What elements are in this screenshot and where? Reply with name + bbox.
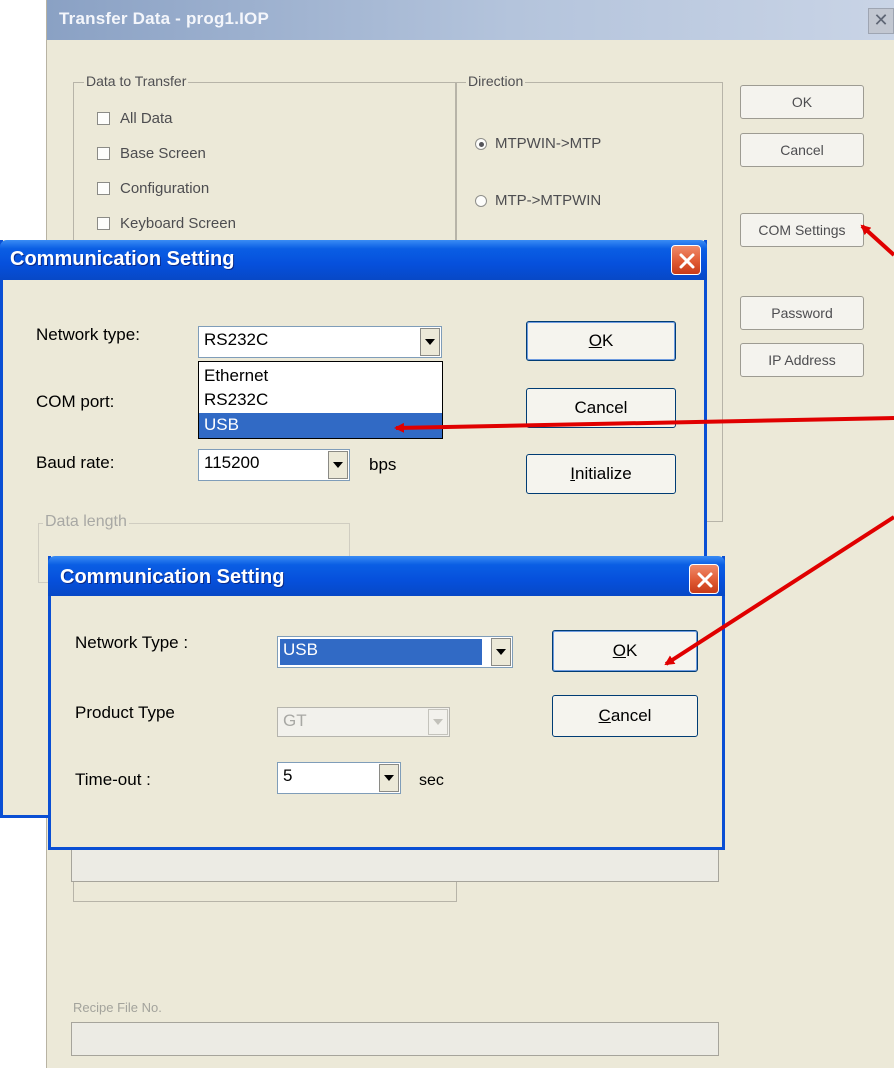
radio[interactable] [475, 194, 487, 207]
group-label-direction: Direction [466, 73, 526, 89]
chevron-down-icon[interactable] [379, 764, 399, 792]
checkbox[interactable] [97, 147, 110, 160]
radio[interactable] [475, 137, 487, 150]
network-type-value: RS232C [204, 330, 269, 349]
dialog-1-titlebar: Communication Setting [0, 240, 707, 280]
cancel-button[interactable]: Cancel [740, 133, 864, 167]
timeout-select[interactable]: 5 [277, 762, 401, 794]
baud-rate-select[interactable]: 115200 [198, 449, 350, 481]
timeout-label: Time-out : [75, 770, 151, 789]
close-icon[interactable]: ✕ [868, 8, 894, 34]
network-type-value: USB [283, 640, 318, 659]
network-type-dropdown-list[interactable]: Ethernet RS232C USB [198, 361, 443, 439]
checkbox-configuration[interactable]: Configuration [97, 180, 209, 197]
dropdown-option-ethernet[interactable]: Ethernet [199, 364, 442, 389]
initialize-button[interactable]: Initialize [526, 454, 676, 494]
close-icon[interactable] [671, 245, 701, 275]
cancel-button[interactable]: Cancel [552, 695, 698, 737]
chevron-down-icon[interactable] [428, 709, 448, 735]
ok-button[interactable]: OK [740, 85, 864, 119]
group-label-data-to-transfer: Data to Transfer [84, 73, 189, 89]
ok-label: K [625, 641, 638, 660]
checkbox-all-data[interactable]: All Data [97, 110, 173, 127]
recipe-file-label: Recipe File No. [73, 1000, 162, 1015]
dialog-1-title: Communication Setting [10, 248, 235, 270]
ok-mnemonic: O [612, 641, 626, 660]
radio-mtpwin-to-mtp[interactable]: MTPWIN->MTP [475, 135, 601, 152]
radio-label: MTP->MTPWIN [495, 192, 602, 209]
network-type-select[interactable]: USB [277, 636, 513, 668]
checkbox[interactable] [97, 182, 110, 195]
dialog-2-title: Communication Setting [60, 566, 285, 588]
baud-unit: bps [369, 455, 397, 474]
product-type-select[interactable]: GT [277, 707, 450, 737]
checkbox-label: Keyboard Screen [120, 215, 236, 232]
network-type-label: Network type: [36, 325, 140, 344]
ip-address-button[interactable]: IP Address [740, 343, 864, 377]
timeout-value: 5 [283, 766, 293, 785]
checkbox[interactable] [97, 112, 110, 125]
cancel-button[interactable]: Cancel [526, 388, 676, 428]
dialog-2-titlebar: Communication Setting [48, 556, 725, 596]
communication-setting-dialog-2: Communication Setting Network Type : USB… [48, 556, 725, 850]
chevron-down-icon[interactable] [328, 451, 348, 479]
network-type-label: Network Type : [75, 633, 189, 652]
checkbox-label: All Data [120, 110, 173, 127]
window-title: Transfer Data - prog1.IOP [59, 9, 269, 28]
checkbox-base-screen[interactable]: Base Screen [97, 145, 206, 162]
com-port-label: COM port: [36, 392, 115, 411]
close-icon[interactable] [689, 564, 719, 594]
transfer-data-titlebar: Transfer Data - prog1.IOP ✕ [47, 0, 894, 40]
timeout-unit: sec [419, 772, 444, 789]
checkbox-label: Configuration [120, 180, 210, 197]
checkbox-label: Base Screen [120, 145, 206, 162]
radio-mtp-to-mtpwin[interactable]: MTP->MTPWIN [475, 192, 601, 209]
baud-rate-value: 115200 [204, 453, 260, 472]
chevron-down-icon[interactable] [420, 328, 440, 356]
password-button[interactable]: Password [740, 296, 864, 330]
data-length-label: Data length [43, 513, 129, 531]
network-type-select[interactable]: RS232C [198, 326, 442, 358]
initialize-label: nitialize [575, 464, 632, 483]
checkbox-keyboard-screen[interactable]: Keyboard Screen [97, 215, 236, 232]
radio-label: MTPWIN->MTP [495, 135, 602, 152]
com-settings-button[interactable]: COM Settings [740, 213, 864, 247]
baud-rate-label: Baud rate: [36, 453, 115, 472]
dropdown-option-usb[interactable]: USB [199, 413, 442, 438]
ok-label: K [601, 331, 614, 350]
dropdown-option-rs232c[interactable]: RS232C [199, 388, 442, 413]
chevron-down-icon[interactable] [491, 638, 511, 666]
cancel-label: ancel [610, 706, 652, 725]
ok-button[interactable]: OK [526, 321, 676, 361]
product-type-value: GT [283, 711, 307, 730]
product-type-label: Product Type [75, 703, 175, 722]
checkbox[interactable] [97, 217, 110, 230]
ok-button[interactable]: OK [552, 630, 698, 672]
cancel-mnemonic: C [598, 706, 611, 725]
recipe-file-field[interactable] [71, 1022, 719, 1056]
ok-mnemonic: O [588, 331, 602, 350]
